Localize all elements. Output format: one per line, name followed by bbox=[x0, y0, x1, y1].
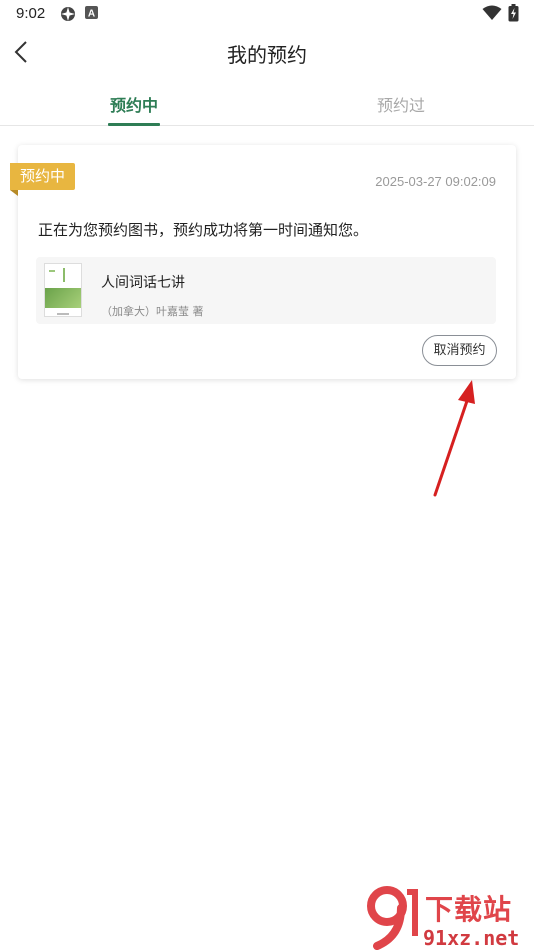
tab-reserved[interactable]: 预约过 bbox=[341, 80, 461, 126]
watermark: 下载站 91xz.net bbox=[363, 886, 534, 950]
network-icon bbox=[61, 7, 75, 21]
status-bar: 9:02 A bbox=[0, 0, 534, 28]
tab-reserving[interactable]: 预约中 bbox=[74, 80, 194, 126]
page-title: 我的预约 bbox=[227, 43, 307, 67]
reservation-timestamp: 2025-03-27 09:02:09 bbox=[375, 174, 496, 189]
status-badge: 预约中 bbox=[10, 163, 76, 190]
cancel-reservation-button[interactable]: 取消预约 bbox=[422, 335, 497, 366]
wifi-icon bbox=[482, 5, 502, 20]
book-title: 人间词话七讲 bbox=[101, 275, 185, 291]
book-cover-image bbox=[44, 263, 82, 317]
battery-icon bbox=[508, 4, 519, 22]
status-time: 9:02 bbox=[16, 5, 46, 22]
watermark-url: 91xz.net bbox=[423, 926, 520, 950]
nav-bar: 我的预约 bbox=[0, 28, 534, 76]
reservation-card: 预约中 2025-03-27 09:02:09 正在为您预约图书，预约成功将第一… bbox=[10, 145, 516, 379]
book-author: （加拿大）叶嘉莹 著 bbox=[101, 305, 204, 318]
book-item[interactable]: 人间词话七讲 （加拿大）叶嘉莹 著 bbox=[36, 257, 496, 324]
watermark-logo-icon bbox=[367, 886, 418, 950]
tab-bar: 预约中 预约过 bbox=[0, 80, 534, 126]
a-badge-icon: A bbox=[85, 6, 98, 19]
badge-fold bbox=[10, 190, 18, 196]
svg-text:A: A bbox=[88, 9, 95, 20]
tab-indicator bbox=[108, 123, 160, 126]
watermark-title: 下载站 bbox=[425, 893, 513, 926]
reservation-message: 正在为您预约图书，预约成功将第一时间通知您。 bbox=[38, 221, 369, 239]
annotation-arrow-icon bbox=[433, 380, 475, 497]
